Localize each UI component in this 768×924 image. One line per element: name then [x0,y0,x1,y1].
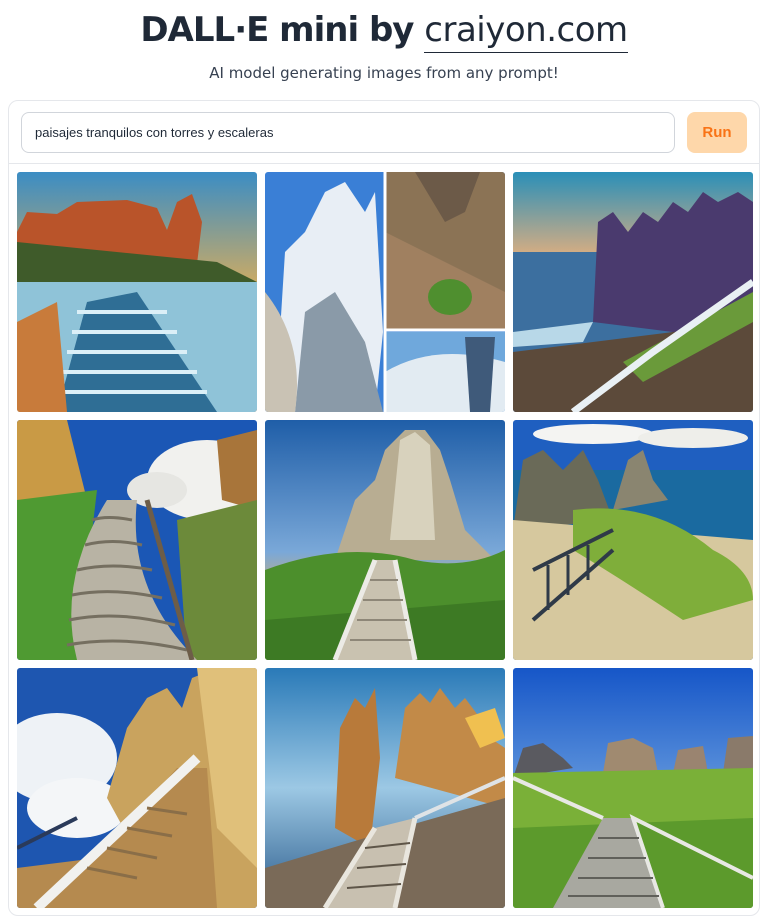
result-image-6-picture [513,420,753,660]
result-image-3-picture [513,172,753,412]
generator-card: Run [8,100,760,916]
result-image-1-picture [17,172,257,412]
page-title: DALL·E mini by craiyon.com [0,10,768,53]
result-image-9[interactable] [513,668,753,908]
result-image-7-picture [17,668,257,908]
result-image-1[interactable] [17,172,257,412]
page-subtitle: AI model generating images from any prom… [209,64,559,82]
results-grid [17,172,753,908]
result-image-6[interactable] [513,420,753,660]
result-image-2-picture [265,172,505,412]
result-image-8[interactable] [265,668,505,908]
result-image-2[interactable] [265,172,505,412]
result-image-5[interactable] [265,420,505,660]
run-button[interactable]: Run [687,112,747,153]
result-image-8-picture [265,668,505,908]
result-image-3[interactable] [513,172,753,412]
result-image-4-picture [17,420,257,660]
title-prefix: DALL·E mini by [140,10,425,50]
result-image-4[interactable] [17,420,257,660]
result-image-5-picture [265,420,505,660]
result-image-7[interactable] [17,668,257,908]
prompt-bar: Run [9,101,759,164]
result-image-9-picture [513,668,753,908]
craiyon-link[interactable]: craiyon.com [424,10,628,53]
prompt-input[interactable] [21,112,675,153]
